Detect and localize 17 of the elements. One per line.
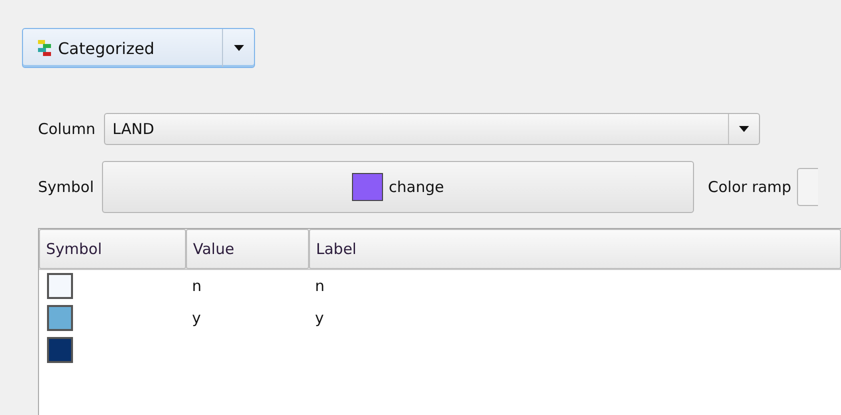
symbol-label: Symbol [38,178,94,196]
column-label: Column [38,120,96,138]
table-cell: y [315,309,324,327]
column-combobox[interactable]: LAND [104,113,760,145]
categories-icon [37,40,52,56]
color-ramp-label: Color ramp [708,178,792,196]
table-cell: n [315,277,325,295]
column-header[interactable]: Value [186,229,309,269]
symbol-button[interactable]: change [102,161,694,213]
renderer-dropdown[interactable]: Categorized [22,28,255,68]
column-header[interactable]: Symbol [39,229,186,269]
table-cell: n [192,277,202,295]
table-cell: y [192,309,201,327]
column-header[interactable]: Label [309,229,841,269]
color-ramp-combobox[interactable] [797,168,818,206]
caret-icon [739,126,750,132]
caret-icon [234,45,244,51]
